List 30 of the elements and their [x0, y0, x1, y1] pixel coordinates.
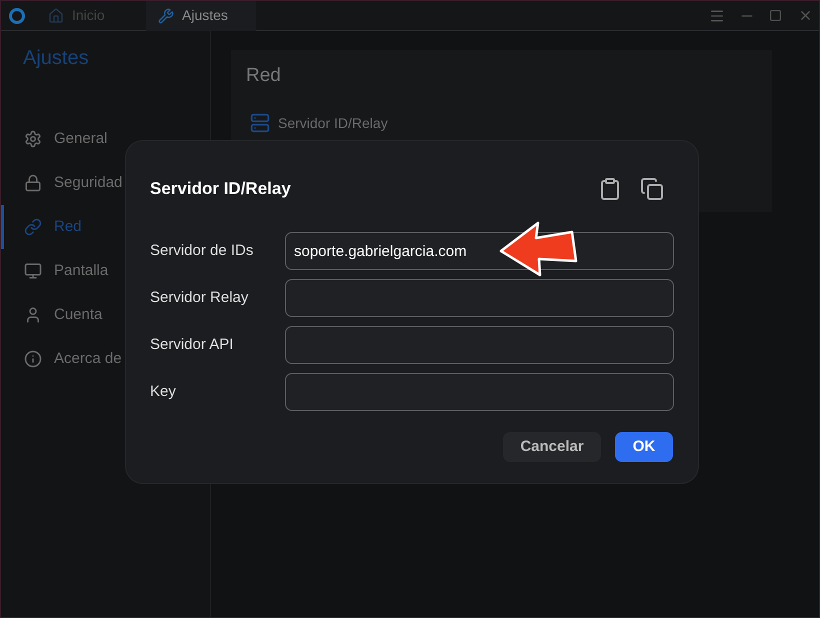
- close-icon[interactable]: [798, 8, 813, 23]
- logo-icon: [8, 6, 26, 24]
- dialog-title: Servidor ID/Relay: [150, 178, 291, 200]
- input-field[interactable]: [285, 373, 674, 411]
- wrench-icon: [158, 8, 174, 24]
- field-label: Servidor API: [150, 334, 234, 355]
- ok-button[interactable]: OK: [615, 432, 673, 462]
- copy-icon[interactable]: [640, 177, 664, 201]
- input-field[interactable]: [285, 279, 674, 317]
- sidebar-item[interactable]: General: [1, 117, 210, 161]
- link-icon: [24, 218, 42, 236]
- tab[interactable]: Ajustes: [146, 1, 256, 30]
- menu-icon[interactable]: [709, 8, 725, 24]
- arrow-icon: [498, 220, 578, 278]
- input-field[interactable]: [285, 326, 674, 364]
- user-icon: [24, 306, 42, 324]
- home-icon: [48, 8, 64, 24]
- gear-icon: [24, 130, 42, 148]
- cancel-button[interactable]: Cancelar: [503, 432, 601, 462]
- sidebar-title: Ajustes: [22, 46, 90, 71]
- field-label: Servidor Relay: [150, 288, 250, 308]
- maximize-icon[interactable]: [769, 9, 782, 22]
- settings-item[interactable]: Servidor ID/Relay: [246, 112, 757, 134]
- monitor-icon: [24, 262, 42, 280]
- section-title: Red: [246, 64, 282, 88]
- clipboard-icon[interactable]: [598, 177, 622, 201]
- info-icon: [24, 350, 42, 368]
- lock-icon: [24, 174, 42, 192]
- field-label: Key: [150, 382, 177, 402]
- server-icon: [250, 113, 270, 133]
